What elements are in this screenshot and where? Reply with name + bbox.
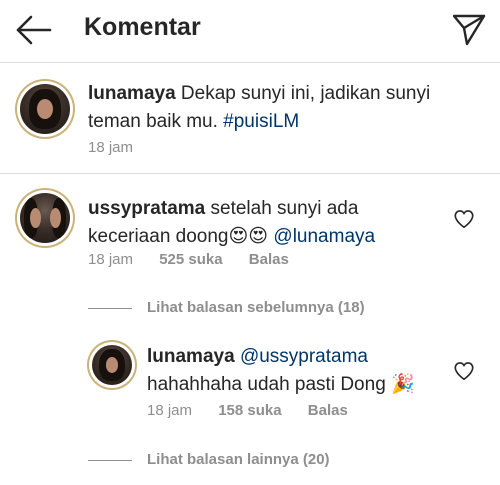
heart-outline-icon[interactable] [453,208,475,230]
comment-username[interactable]: ussypratama [88,198,205,219]
comment-body-line1: setelah sunyi ada [205,198,359,219]
comment-time: 18 jam [88,251,134,268]
caption-hashtag[interactable]: #puisiLM [223,111,299,132]
reply-body: hahahhaha udah pasti Dong [147,374,386,395]
view-previous-replies[interactable]: Lihat balasan sebelumnya (18) [147,299,365,316]
avatar[interactable] [20,193,70,243]
back-arrow-icon[interactable] [14,12,54,48]
replies-divider-line [88,308,132,309]
caption-username[interactable]: lunamaya [88,83,176,104]
reply-button[interactable]: Balas [249,251,289,268]
comment-mention[interactable]: @lunamaya [273,226,375,247]
reply-username[interactable]: lunamaya [147,346,235,367]
reply-likes[interactable]: 158 suka [218,402,281,419]
caption-divider [0,173,500,174]
comment-text: ussypratama setelah sunyi ada keceriaan … [88,195,438,251]
caption-text: lunamaya Dekap sunyi ini, jadikan sunyi … [88,80,488,136]
view-more-replies[interactable]: Lihat balasan lainnya (20) [147,451,330,468]
caption-meta: 18 jam [88,139,155,156]
comment-likes[interactable]: 525 suka [159,251,222,268]
reply-mention[interactable]: @ussypratama [240,346,368,367]
avatar[interactable] [92,345,132,385]
paper-plane-icon[interactable] [450,10,488,48]
avatar[interactable] [20,84,70,134]
header-bar: Komentar [0,0,500,62]
page-title: Komentar [84,13,201,41]
caption-time: 18 jam [88,139,134,156]
reply-time: 18 jam [147,402,193,419]
header-divider [0,62,500,63]
replies-divider-line [88,460,132,461]
heart-outline-icon[interactable] [453,360,475,382]
comment-body-line2: keceriaan doong [88,226,229,247]
reply-button[interactable]: Balas [308,402,348,419]
reply-text: lunamaya @ussypratama hahahhaha udah pas… [147,343,447,399]
reply-meta: 18 jam 158 suka Balas [147,402,370,419]
comment-meta: 18 jam 525 suka Balas [88,251,311,268]
emoji-heart-eyes: 😍😍 [228,226,269,247]
emoji-party-popper: 🎉 [391,374,415,395]
